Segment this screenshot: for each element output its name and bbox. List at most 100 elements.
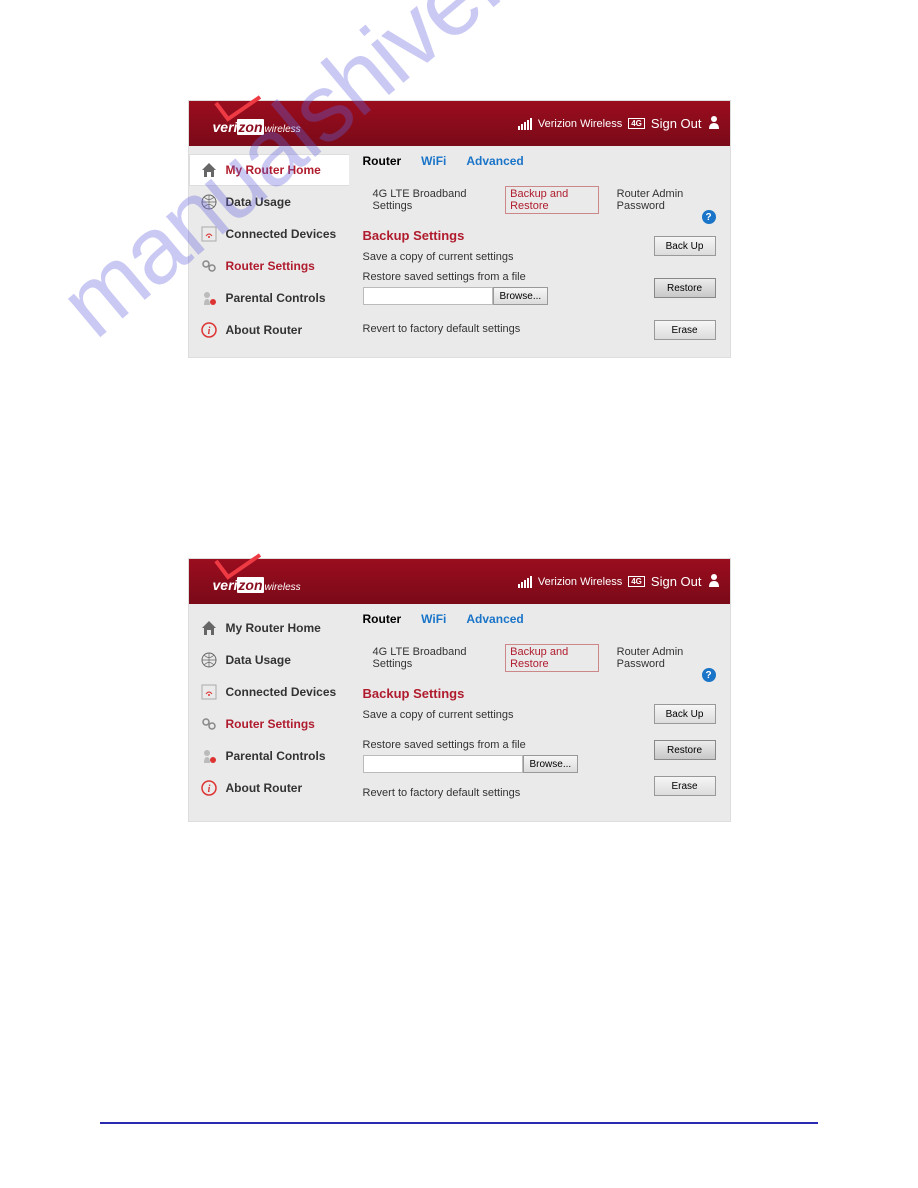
signal-icon [518, 576, 532, 588]
sidebar-label-about: About Router [226, 323, 303, 337]
footer-rule [100, 1122, 818, 1124]
erase-button[interactable]: Erase [654, 320, 716, 340]
save-copy-label: Save a copy of current settings [363, 251, 514, 263]
sidebar-item-data-usage[interactable]: Data Usage [189, 644, 349, 676]
sidebar-item-my-router-home[interactable]: My Router Home [189, 612, 349, 644]
action-buttons: Back Up Restore Erase [654, 236, 716, 340]
brand-logo: verizonwireless [213, 119, 301, 135]
file-path-input[interactable] [363, 755, 523, 773]
revert-label: Revert to factory default settings [363, 787, 521, 799]
home-icon [200, 161, 218, 179]
save-copy-label: Save a copy of current settings [363, 709, 514, 721]
panel-body: My Router Home Data Usage Connected Devi… [189, 604, 730, 821]
tab-wifi[interactable]: WiFi [421, 154, 446, 170]
header-status: Verizion Wireless 4G Sign Out [518, 115, 720, 132]
restore-button[interactable]: Restore [654, 740, 716, 760]
sidebar: My Router Home Data Usage Connected Devi… [189, 604, 349, 821]
gear-icon [200, 257, 218, 275]
header-bar: verizonwireless Verizion Wireless 4G Sig… [189, 559, 730, 604]
tab-bar: Router WiFi Advanced [363, 610, 716, 634]
4g-badge-icon: 4G [628, 118, 645, 129]
sidebar-label-settings: Router Settings [226, 259, 315, 273]
info-icon: i [200, 321, 218, 339]
subtab-backup-restore[interactable]: Backup and Restore [505, 186, 599, 214]
subtab-admin-password[interactable]: Router Admin Password [617, 646, 716, 670]
info-icon: i [200, 779, 218, 797]
tab-advanced[interactable]: Advanced [466, 154, 523, 170]
sign-out-link[interactable]: Sign Out [651, 116, 702, 131]
sidebar-label-devices: Connected Devices [226, 685, 337, 699]
sidebar-item-parental-controls[interactable]: Parental Controls [189, 740, 349, 772]
subtab-lte[interactable]: 4G LTE Broadband Settings [373, 188, 488, 212]
browse-button[interactable]: Browse... [523, 755, 579, 773]
content-area: Router WiFi Advanced 4G LTE Broadband Se… [349, 604, 730, 821]
sidebar-label-data: Data Usage [226, 195, 291, 209]
sidebar-label-about: About Router [226, 781, 303, 795]
sidebar-item-data-usage[interactable]: Data Usage [189, 186, 349, 218]
sidebar-label-data: Data Usage [226, 653, 291, 667]
sidebar-label-settings: Router Settings [226, 717, 315, 731]
sidebar-item-about-router[interactable]: i About Router [189, 314, 349, 346]
sidebar-item-about-router[interactable]: i About Router [189, 772, 349, 804]
subtab-admin-password[interactable]: Router Admin Password [617, 188, 716, 212]
brand-logo: verizonwireless [213, 577, 301, 593]
brand-suffix: zon [237, 577, 263, 593]
user-icon [708, 115, 720, 132]
brand-prefix: veri [213, 577, 238, 593]
brand-sub: wireless [265, 124, 301, 135]
wifi-device-icon [200, 683, 218, 701]
parental-icon [200, 747, 218, 765]
tab-router[interactable]: Router [363, 612, 402, 628]
tab-wifi[interactable]: WiFi [421, 612, 446, 628]
subtab-backup-restore[interactable]: Backup and Restore [505, 644, 599, 672]
svg-text:i: i [207, 784, 210, 795]
sidebar-item-my-router-home[interactable]: My Router Home [189, 154, 349, 186]
tab-bar: Router WiFi Advanced [363, 152, 716, 176]
file-path-input[interactable] [363, 287, 493, 305]
sidebar-item-connected-devices[interactable]: Connected Devices [189, 218, 349, 250]
router-admin-panel: verizonwireless Verizion Wireless 4G Sig… [188, 100, 731, 358]
help-icon[interactable]: ? [702, 210, 716, 224]
sidebar-label-parental: Parental Controls [226, 749, 326, 763]
content-area: Router WiFi Advanced 4G LTE Broadband Se… [349, 146, 730, 357]
header-status: Verizion Wireless 4G Sign Out [518, 573, 720, 590]
globe-icon [200, 193, 218, 211]
4g-badge-icon: 4G [628, 576, 645, 587]
brand-sub: wireless [265, 582, 301, 593]
gear-icon [200, 715, 218, 733]
restore-button[interactable]: Restore [654, 278, 716, 298]
router-admin-panel-2: verizonwireless Verizion Wireless 4G Sig… [188, 558, 731, 822]
backup-button[interactable]: Back Up [654, 236, 716, 256]
signal-icon [518, 118, 532, 130]
subtab-bar: 4G LTE Broadband Settings Backup and Res… [363, 176, 716, 224]
carrier-label: Verizion Wireless [538, 118, 622, 130]
sidebar-item-router-settings[interactable]: Router Settings [189, 250, 349, 282]
globe-icon [200, 651, 218, 669]
subtab-bar: 4G LTE Broadband Settings Backup and Res… [363, 634, 716, 682]
help-icon[interactable]: ? [702, 668, 716, 682]
tab-advanced[interactable]: Advanced [466, 612, 523, 628]
sidebar-label-devices: Connected Devices [226, 227, 337, 241]
sign-out-link[interactable]: Sign Out [651, 574, 702, 589]
subtab-lte[interactable]: 4G LTE Broadband Settings [373, 646, 488, 670]
parental-icon [200, 289, 218, 307]
erase-button[interactable]: Erase [654, 776, 716, 796]
action-buttons: Back Up Restore Erase [654, 704, 716, 796]
revert-label: Revert to factory default settings [363, 323, 521, 335]
sidebar-item-connected-devices[interactable]: Connected Devices [189, 676, 349, 708]
panel-body: My Router Home Data Usage Connected Devi… [189, 146, 730, 357]
sidebar-label-home: My Router Home [226, 163, 321, 177]
brand-suffix: zon [237, 119, 263, 135]
sidebar-item-router-settings[interactable]: Router Settings [189, 708, 349, 740]
browse-button[interactable]: Browse... [493, 287, 549, 305]
wifi-device-icon [200, 225, 218, 243]
home-icon [200, 619, 218, 637]
sidebar-label-parental: Parental Controls [226, 291, 326, 305]
sidebar-label-home: My Router Home [226, 621, 321, 635]
sidebar: My Router Home Data Usage Connected Devi… [189, 146, 349, 357]
user-icon [708, 573, 720, 590]
sidebar-item-parental-controls[interactable]: Parental Controls [189, 282, 349, 314]
backup-button[interactable]: Back Up [654, 704, 716, 724]
tab-router[interactable]: Router [363, 154, 402, 170]
brand-prefix: veri [213, 119, 238, 135]
